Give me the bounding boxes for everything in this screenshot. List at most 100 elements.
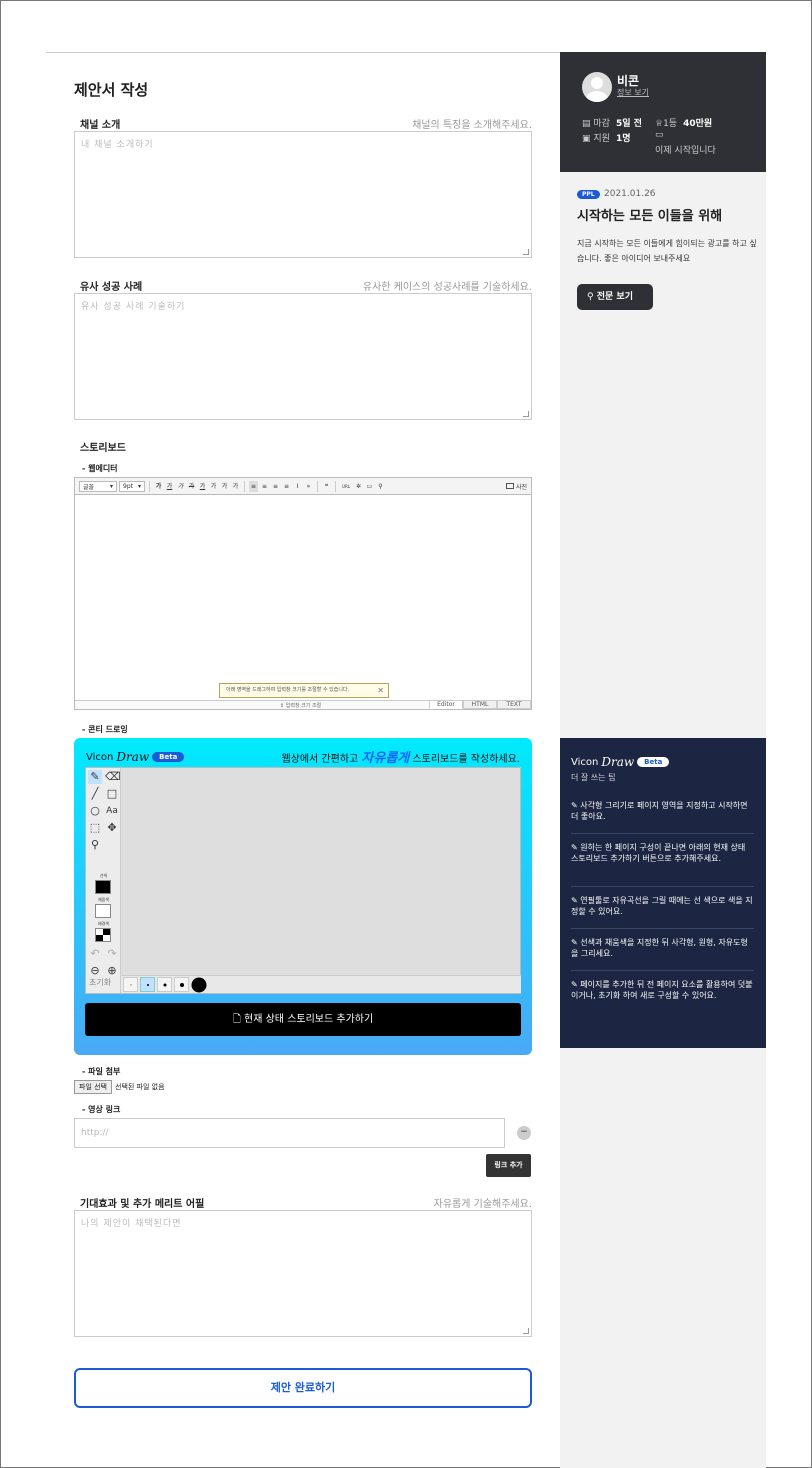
search-icon[interactable]: ⚲ [376, 481, 385, 492]
reset-button[interactable]: 초기화 [89, 977, 111, 988]
tip-divider [571, 970, 754, 971]
brush-size-4[interactable] [174, 977, 189, 992]
calendar-icon: ▤ [582, 119, 594, 129]
tip-text: 페이지를 추가한 뒤 전 페이지 요소를 활용하여 덧붙이거나, 초기화 하여 … [571, 980, 753, 1000]
align-right-icon[interactable]: ≡ [271, 481, 280, 492]
channel-intro-hint: 채널의 특징을 소개해주세요. [412, 120, 532, 131]
image-icon [505, 483, 514, 489]
tagline-post: 스토리보드를 작성하세요. [409, 754, 520, 765]
trophy-icon: ♕ [655, 119, 664, 129]
vicon-draw-logo: Vicon Draw Beta [86, 750, 185, 764]
rectangle-icon[interactable]: □ [105, 787, 119, 801]
channel-intro-placeholder: 내 채널 소개하기 [81, 140, 154, 150]
tab-html[interactable]: HTML [463, 700, 497, 709]
zoom-in-icon[interactable]: ⊕ [105, 964, 119, 978]
full-text-button[interactable]: ⚲ 전문 보기 [577, 284, 653, 310]
channel-intro-label: 채널 소개 [80, 120, 121, 131]
fill-color-swatch[interactable] [95, 904, 111, 918]
undo-icon[interactable]: ↶ [88, 947, 102, 961]
toolbar-separator [244, 480, 245, 492]
line-height-icon[interactable]: I [293, 481, 302, 492]
brush-size-2[interactable] [140, 977, 155, 992]
table-icon[interactable]: ▭ [365, 481, 374, 492]
merit-textarea[interactable]: 나의 제안이 채택된다면 [74, 1210, 532, 1337]
tip-divider [571, 928, 754, 929]
eraser-icon[interactable]: ⌫ [105, 770, 121, 784]
redo-icon[interactable]: ↷ [105, 947, 119, 961]
add-link-button[interactable]: 링크 추가 [486, 1154, 531, 1177]
superscript-button[interactable]: 가 [220, 481, 229, 492]
zoom-out-icon[interactable]: ⊖ [88, 964, 102, 978]
bg-color-button[interactable]: 가 [209, 481, 218, 492]
briefcase-icon: ▭ [655, 130, 664, 140]
bg-color-label: 배경색 [97, 921, 110, 926]
underline-button[interactable]: 가 [165, 481, 174, 492]
subscript-button[interactable]: 가 [231, 481, 240, 492]
font-select-value: 글꼴 [83, 483, 95, 491]
add-storyboard-button[interactable]: 🗋 현재 상태 스토리보드 추가하기 [85, 1003, 521, 1036]
brush-size-3[interactable] [157, 977, 172, 992]
strikethrough-button[interactable]: 가 [187, 481, 196, 492]
post-description: 지금 시작하는 모든 이들에게 힘이되는 광고를 하고 싶습니다. 좋은 아이디… [577, 239, 757, 263]
file-input: 파일 선택 선택된 파일 없음 [74, 1080, 165, 1094]
applicants-label: 지원 [593, 134, 610, 144]
special-char-icon[interactable]: ✲ [354, 481, 363, 492]
move-icon[interactable]: ✥ [105, 821, 119, 835]
channel-intro-textarea[interactable]: 내 채널 소개하기 [74, 131, 532, 258]
brush-size-1[interactable] [123, 977, 138, 992]
photo-button[interactable]: 사진 [505, 482, 527, 491]
similar-cases-textarea[interactable]: 유사 성공 사례 기술하기 [74, 293, 532, 420]
eyedropper-icon[interactable]: ⚲ [88, 838, 102, 852]
document-plus-icon: 🗋 [232, 1014, 245, 1025]
logo-script: Draw [116, 750, 150, 764]
resize-grip-icon[interactable] [523, 1328, 529, 1334]
add-storyboard-label: 현재 상태 스토리보드 추가하기 [244, 1014, 374, 1025]
merit-hint: 자유롭게 기술해주세요. [433, 1199, 532, 1210]
italic-button[interactable]: 가 [176, 481, 185, 492]
align-left-icon[interactable]: ≡ [249, 480, 258, 492]
resize-tooltip: 아래 영역을 드래그하여 입력창 크기를 조절할 수 있습니다. ✕ [219, 683, 389, 698]
align-justify-icon[interactable]: ≡ [282, 481, 291, 492]
line-icon[interactable]: ╱ [88, 787, 102, 801]
font-color-button[interactable]: 가 [198, 481, 207, 492]
quote-icon[interactable]: ❝ [322, 481, 331, 492]
draw-canvas[interactable]: ✎ ⌫ ╱ □ ○ Aa ⬚ ✥ ⚲ 선색 채움색 배경색 ↶ ↷ ⊖ ⊕ 초기… [85, 767, 521, 994]
ppl-badge: PPL [577, 190, 600, 199]
font-select[interactable]: 글꼴 ▾ [79, 480, 117, 492]
close-icon[interactable]: ✕ [377, 684, 384, 697]
pencil-icon[interactable]: ✎ [88, 770, 102, 784]
pencil-icon: ✎ [571, 938, 581, 947]
polygon-icon[interactable]: ⬚ [88, 821, 102, 835]
circle-icon[interactable]: ○ [88, 804, 102, 818]
web-editor-label: - 웹에디터 [82, 464, 118, 473]
file-status: 선택된 파일 없음 [115, 1083, 165, 1091]
brush-size-5[interactable] [191, 977, 206, 992]
link-icon[interactable]: URL [340, 481, 352, 492]
size-select[interactable]: 9pt ▾ [119, 480, 145, 492]
stroke-color-swatch[interactable] [95, 880, 111, 894]
resize-grip-icon[interactable] [523, 249, 529, 255]
pencil-icon: ✎ [571, 896, 581, 905]
file-choose-button[interactable]: 파일 선택 [74, 1080, 112, 1094]
video-link-input[interactable]: http:// [74, 1118, 505, 1148]
remove-link-button[interactable]: − [517, 1126, 531, 1140]
tips-logo-text: Vicon [571, 756, 599, 768]
submit-button[interactable]: 제안 완료하기 [74, 1368, 532, 1408]
user-info-link[interactable]: 정보 보기 [617, 87, 649, 98]
text-icon[interactable]: Aa [105, 804, 119, 818]
more-icon[interactable]: » [304, 481, 313, 492]
tab-editor[interactable]: Editor [429, 700, 463, 709]
draw-toolbox: ✎ ⌫ ╱ □ ○ Aa ⬚ ✥ ⚲ 선색 채움색 배경색 ↶ ↷ ⊖ ⊕ 초기… [86, 768, 121, 993]
post-date: 2021.01.26 [604, 189, 656, 199]
resize-handle[interactable]: ⇕ 입력창 크기 조절 [280, 702, 321, 709]
align-center-icon[interactable]: ≡ [260, 481, 269, 492]
deadline-stat: ▤ 마감 5일 전 [582, 116, 642, 129]
resize-grip-icon[interactable] [523, 411, 529, 417]
applicants-value: 1명 [615, 134, 631, 144]
web-editor[interactable]: 글꼴 ▾ 9pt ▾ 가 가 가 가 가 가 가 가 ≡ ≡ ≡ ≡ I » ❝ U… [74, 477, 532, 710]
bg-color-swatch[interactable] [95, 928, 111, 942]
bold-button[interactable]: 가 [154, 481, 163, 492]
tips-logo: Vicon Draw Beta [571, 755, 670, 769]
tab-text[interactable]: TEXT [497, 700, 531, 709]
merit-label: 기대효과 및 추가 메리트 어필 [80, 1199, 205, 1210]
